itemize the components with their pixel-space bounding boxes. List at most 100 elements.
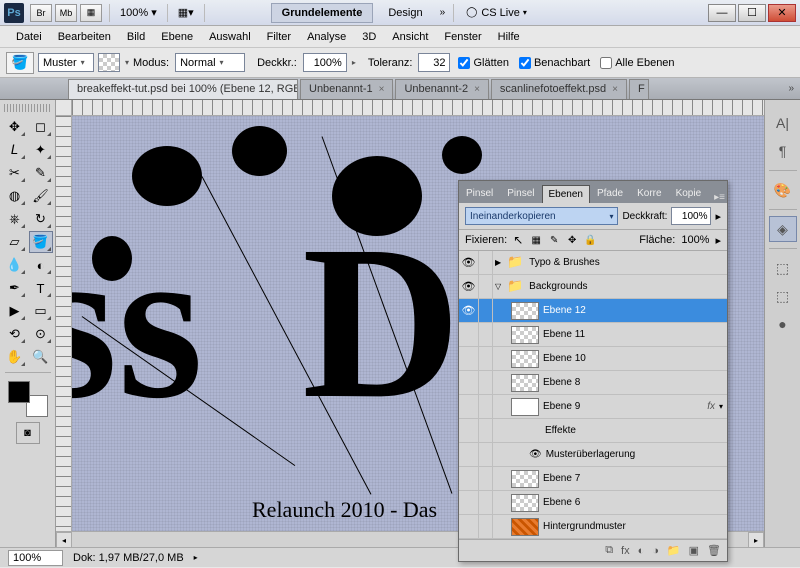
- opacity-input[interactable]: 100%: [303, 53, 347, 72]
- paragraph-panel-icon[interactable]: ¶: [769, 138, 797, 164]
- menu-ansicht[interactable]: Ansicht: [384, 28, 436, 46]
- lasso-tool[interactable]: 𝘓: [3, 139, 27, 161]
- ruler-vertical[interactable]: [56, 116, 72, 531]
- menu-bild[interactable]: Bild: [119, 28, 153, 46]
- panel-tab[interactable]: Pinsel: [459, 184, 500, 203]
- glatten-checkbox[interactable]: Glätten: [458, 57, 508, 69]
- doctab-active[interactable]: breakeffekt-tut.psd bei 100% (Ebene 12, …: [68, 79, 298, 99]
- menu-analyse[interactable]: Analyse: [299, 28, 354, 46]
- lock-pixels-icon[interactable]: ✎: [547, 233, 561, 247]
- history-brush-tool[interactable]: ↻: [29, 208, 53, 230]
- minimize-button[interactable]: —: [708, 4, 736, 22]
- brush-tool[interactable]: 🖌: [29, 185, 53, 207]
- menu-3d[interactable]: 3D: [354, 28, 384, 46]
- blur-tool[interactable]: 💧: [3, 254, 27, 276]
- path-select-tool[interactable]: ▶: [3, 300, 27, 322]
- menu-fenster[interactable]: Fenster: [436, 28, 489, 46]
- bridge-button[interactable]: Br: [30, 4, 52, 22]
- layer-list[interactable]: 👁▶📁Typo & Brushes👁▽📁Backgrounds👁Ebene 12…: [459, 251, 727, 539]
- dodge-tool[interactable]: ◐: [29, 254, 53, 276]
- layer-row[interactable]: 👁▶📁Typo & Brushes: [459, 251, 727, 275]
- layer-row[interactable]: 👁▽📁Backgrounds: [459, 275, 727, 299]
- layer-row[interactable]: 👁Ebene 12: [459, 299, 727, 323]
- workspace-design[interactable]: Design: [377, 3, 433, 23]
- stamp-tool[interactable]: ⎈: [3, 208, 27, 230]
- wand-tool[interactable]: ✦: [29, 139, 53, 161]
- layer-row[interactable]: Effekte: [459, 419, 727, 443]
- layer-fill-input[interactable]: 100%: [681, 234, 709, 246]
- arrange-button[interactable]: ▦: [80, 4, 102, 22]
- zoom-level[interactable]: 100% ▾: [120, 6, 157, 19]
- status-zoom[interactable]: 100%: [8, 550, 63, 566]
- color-swatches[interactable]: [8, 381, 48, 417]
- new-group-icon[interactable]: 📁: [667, 544, 681, 557]
- tabs-overflow[interactable]: »: [782, 83, 800, 94]
- view-extras[interactable]: ▦▾: [178, 6, 194, 19]
- workspace-more[interactable]: »: [440, 7, 446, 18]
- close-icon[interactable]: ×: [612, 84, 618, 95]
- panel-tab-ebenen[interactable]: Ebenen: [542, 185, 590, 203]
- shape-tool[interactable]: ▭: [29, 300, 53, 322]
- toolbox-grip[interactable]: [4, 104, 52, 112]
- pattern-swatch[interactable]: [98, 53, 120, 72]
- menu-filter[interactable]: Filter: [259, 28, 299, 46]
- current-tool-icon[interactable]: 🪣: [6, 52, 34, 74]
- layer-blend-select[interactable]: Ineinanderkopieren: [465, 207, 618, 225]
- layers-dock-icon[interactable]: ◈: [769, 216, 797, 242]
- benachbart-checkbox[interactable]: Benachbart: [519, 57, 590, 69]
- ruler-horizontal[interactable]: [56, 100, 764, 116]
- fx-icon[interactable]: fx: [621, 545, 630, 557]
- layer-row[interactable]: Ebene 9fx▾: [459, 395, 727, 419]
- workspace-grundelemente[interactable]: Grundelemente: [271, 3, 374, 23]
- menu-bearbeiten[interactable]: Bearbeiten: [50, 28, 119, 46]
- doctab[interactable]: Unbenannt-1×: [300, 79, 393, 99]
- mask-icon[interactable]: ◐: [638, 545, 645, 557]
- menu-hilfe[interactable]: Hilfe: [490, 28, 528, 46]
- close-button[interactable]: ✕: [768, 4, 796, 22]
- fg-color[interactable]: [8, 381, 30, 403]
- hand-tool[interactable]: ✋: [3, 346, 27, 368]
- maximize-button[interactable]: ☐: [738, 4, 766, 22]
- crop-tool[interactable]: ✂: [3, 162, 27, 184]
- heal-tool[interactable]: ◍: [3, 185, 27, 207]
- color-panel-icon[interactable]: ●: [769, 311, 797, 337]
- channels-panel-icon[interactable]: ⬚: [769, 255, 797, 281]
- cslive-button[interactable]: CS Live: [466, 7, 527, 19]
- 3d-camera-tool[interactable]: ⊙: [29, 323, 53, 345]
- blend-mode-select[interactable]: Normal: [175, 53, 245, 72]
- alle-ebenen-checkbox[interactable]: Alle Ebenen: [600, 57, 674, 69]
- panel-menu-icon[interactable]: ▸≡: [708, 192, 731, 203]
- minibridge-button[interactable]: Mb: [55, 4, 77, 22]
- layer-row[interactable]: Hintergrundmuster: [459, 515, 727, 539]
- marquee-tool[interactable]: ◻: [29, 116, 53, 138]
- quickmask-button[interactable]: ◙: [16, 422, 40, 444]
- menu-datei[interactable]: Datei: [8, 28, 50, 46]
- character-panel-icon[interactable]: A|: [769, 110, 797, 136]
- layer-row[interactable]: Ebene 6: [459, 491, 727, 515]
- lock-all-icon[interactable]: 🔒: [583, 233, 597, 247]
- type-tool[interactable]: T: [29, 277, 53, 299]
- lock-transparency-icon[interactable]: ▦: [529, 233, 543, 247]
- swatches-panel-icon[interactable]: 🎨: [769, 177, 797, 203]
- eraser-tool[interactable]: ▱: [3, 231, 27, 253]
- adjustment-icon[interactable]: ◑: [652, 545, 659, 557]
- close-icon[interactable]: ×: [474, 84, 480, 95]
- layer-row[interactable]: Ebene 10: [459, 347, 727, 371]
- layer-row[interactable]: 👁Musterüberlagerung: [459, 443, 727, 467]
- bucket-tool[interactable]: 🪣: [29, 231, 53, 253]
- delete-layer-icon[interactable]: 🗑: [707, 544, 721, 557]
- panel-tab[interactable]: Pfade: [590, 184, 630, 203]
- new-layer-icon[interactable]: ▣: [689, 544, 699, 557]
- panel-tab[interactable]: Pinsel: [500, 184, 541, 203]
- 3d-tool[interactable]: ⟲: [3, 323, 27, 345]
- tolerance-input[interactable]: 32: [418, 53, 450, 72]
- layer-row[interactable]: Ebene 7: [459, 467, 727, 491]
- doctab[interactable]: F: [629, 79, 649, 99]
- menu-auswahl[interactable]: Auswahl: [201, 28, 259, 46]
- doctab[interactable]: Unbenannt-2×: [395, 79, 488, 99]
- eyedropper-tool[interactable]: ✎: [29, 162, 53, 184]
- layer-opacity-input[interactable]: 100%: [671, 207, 711, 225]
- layer-row[interactable]: Ebene 11: [459, 323, 727, 347]
- move-tool[interactable]: ✥: [3, 116, 27, 138]
- close-icon[interactable]: ×: [379, 84, 385, 95]
